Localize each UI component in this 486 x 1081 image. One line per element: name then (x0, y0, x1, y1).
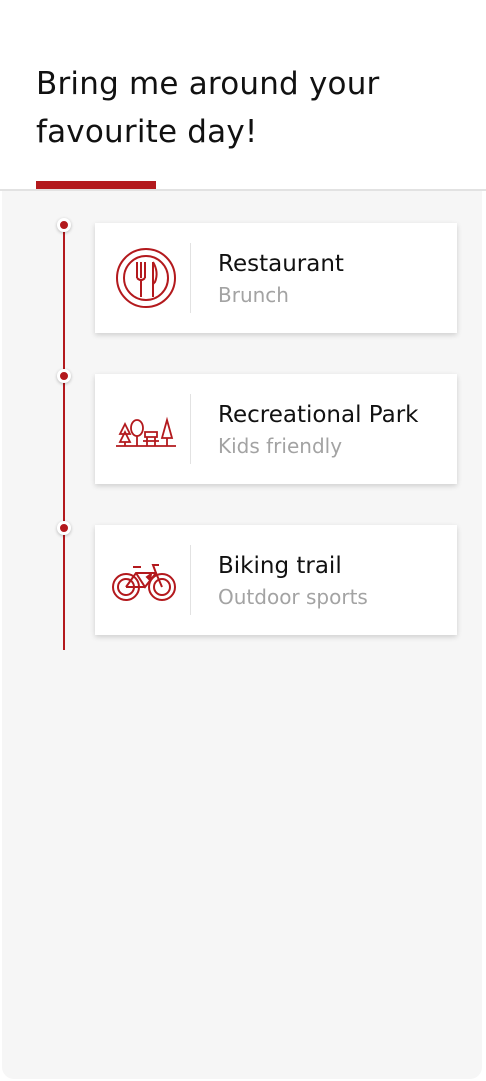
title-underline (36, 181, 156, 189)
timeline-line (63, 225, 65, 650)
timeline-dot (57, 369, 71, 383)
card-subtitle: Brunch (218, 283, 289, 307)
timeline-card-recreational-park[interactable]: Recreational Park Kids friendly (95, 374, 457, 484)
bike-icon (107, 545, 179, 615)
timeline-dot (57, 521, 71, 535)
card-subtitle: Kids friendly (218, 434, 343, 458)
card-divider (190, 545, 191, 615)
card-title: Biking trail (218, 553, 342, 579)
card-title: Restaurant (218, 251, 344, 277)
page-title: Bring me around your favourite day! (36, 66, 380, 150)
card-subtitle: Outdoor sports (218, 585, 368, 609)
header: Bring me around your favourite day! (0, 0, 486, 190)
timeline-card-biking-trail[interactable]: Biking trail Outdoor sports (95, 525, 457, 635)
timeline-card-restaurant[interactable]: Restaurant Brunch (95, 223, 457, 333)
card-divider (190, 394, 191, 464)
timeline-dot (57, 218, 71, 232)
park-icon (107, 394, 179, 464)
restaurant-icon (107, 243, 179, 313)
card-title: Recreational Park (218, 402, 419, 428)
card-divider (190, 243, 191, 313)
